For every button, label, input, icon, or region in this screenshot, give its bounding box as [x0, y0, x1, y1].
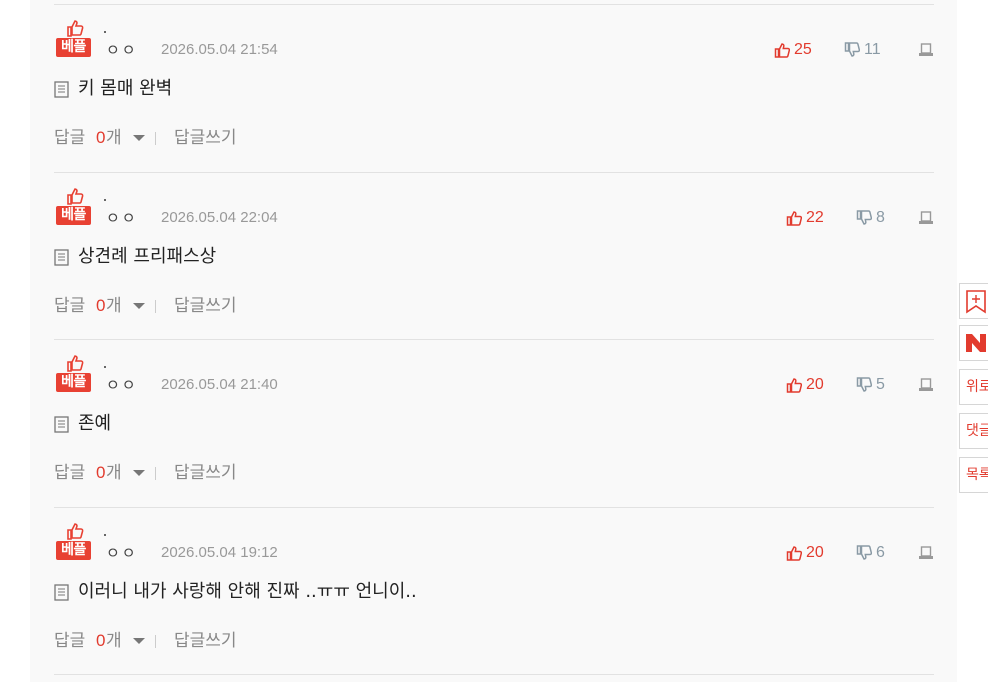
vote-area: 20 6: [786, 543, 934, 563]
comment-text: 상견례 프리패스상: [78, 246, 217, 267]
document-icon: [54, 249, 69, 266]
vote-area: 22 8: [786, 208, 934, 228]
reply-count[interactable]: 0: [96, 294, 105, 318]
reply-unit[interactable]: 개: [106, 294, 122, 318]
best-badge: 베플: [56, 354, 92, 392]
best-label: 베플: [56, 541, 91, 560]
comment-text: 키 몸매 완벽: [78, 78, 173, 99]
vote-area: 25 11: [774, 40, 934, 60]
reply-toggle-label[interactable]: 답글: [54, 461, 85, 485]
like-count: 25: [794, 41, 812, 58]
comment-text: 이러니 내가 사랑해 안해 진짜 ..ㅠㅠ 언니이..: [78, 581, 417, 602]
reply-toggle-label[interactable]: 답글: [54, 629, 85, 653]
write-reply-button[interactable]: 답글쓰기: [174, 629, 237, 653]
thumbs-up-icon: [786, 546, 802, 561]
report-icon[interactable]: [918, 377, 934, 393]
divider: [54, 339, 934, 340]
divider: [54, 507, 934, 508]
best-badge: 베플: [56, 19, 92, 57]
document-icon: [54, 416, 69, 433]
nickname[interactable]: ㅇㅇ: [106, 39, 138, 60]
nickname[interactable]: ㅇㅇ: [106, 374, 138, 395]
reply-count[interactable]: 0: [96, 461, 105, 485]
write-reply-button[interactable]: 답글쓰기: [174, 294, 237, 318]
divider: [54, 4, 934, 5]
thumbs-up-icon: [67, 523, 84, 540]
nickname-marker: [104, 366, 106, 368]
caret-down-icon[interactable]: [133, 135, 145, 141]
thumbs-up-icon: [67, 355, 84, 372]
caret-down-icon[interactable]: [133, 303, 145, 309]
report-icon[interactable]: [918, 545, 934, 561]
nickname-marker: [104, 31, 106, 33]
best-comment: 베플 ㅇㅇ 2026.05.04 21:40 20 5 존예 답글 0 개 답글…: [54, 339, 934, 507]
nickname[interactable]: ㅇㅇ: [106, 542, 138, 563]
thumbs-up-icon: [67, 20, 84, 37]
dislike-count: 6: [876, 544, 885, 561]
reply-toggle-label[interactable]: 답글: [54, 126, 85, 150]
comment-text: 존예: [78, 413, 112, 434]
thumbs-up-icon: [786, 211, 802, 226]
document-icon: [54, 584, 69, 601]
caret-down-icon[interactable]: [133, 638, 145, 644]
bookmark-icon: [966, 290, 986, 314]
reply-count[interactable]: 0: [96, 629, 105, 653]
nickname[interactable]: ㅇㅇ: [106, 207, 138, 228]
reply-unit[interactable]: 개: [106, 461, 122, 485]
thumbs-up-icon: [786, 378, 802, 393]
thumbs-down-icon: [856, 545, 872, 560]
thumbs-up-icon: [67, 188, 84, 205]
naver-icon: [966, 334, 986, 352]
best-badge: 베플: [56, 187, 92, 225]
divider: [155, 467, 156, 480]
document-icon: [54, 81, 69, 98]
report-icon[interactable]: [918, 210, 934, 226]
list-button[interactable]: 목록: [959, 457, 988, 493]
reply-count[interactable]: 0: [96, 126, 105, 150]
scroll-top-button[interactable]: 위로: [959, 369, 988, 405]
like-count: 20: [806, 376, 824, 393]
like-count: 20: [806, 544, 824, 561]
divider: [155, 300, 156, 313]
comment-date: 2026.05.04 22:04: [161, 209, 278, 226]
divider: [54, 674, 934, 675]
divider: [155, 132, 156, 145]
best-label: 베플: [56, 38, 91, 57]
vote-area: 20 5: [786, 375, 934, 395]
thumbs-down-icon: [856, 377, 872, 392]
like-count: 22: [806, 209, 824, 226]
best-comment: 베플 ㅇㅇ 2026.05.04 22:04 22 8 상견례 프리패스상 답글: [54, 172, 934, 340]
comment-date: 2026.05.04 21:54: [161, 41, 278, 58]
thumbs-down-icon: [856, 210, 872, 225]
nickname-marker: [104, 199, 106, 201]
reply-unit[interactable]: 개: [106, 126, 122, 150]
best-label: 베플: [56, 206, 91, 225]
reply-unit[interactable]: 개: [106, 629, 122, 653]
divider: [155, 635, 156, 648]
report-icon[interactable]: [918, 42, 934, 58]
thumbs-down-icon: [844, 42, 860, 57]
bookmark-button[interactable]: [959, 283, 988, 319]
thumbs-up-icon: [774, 43, 790, 58]
write-reply-button[interactable]: 답글쓰기: [174, 461, 237, 485]
dislike-count: 5: [876, 376, 885, 393]
caret-down-icon[interactable]: [133, 470, 145, 476]
comments-button[interactable]: 댓글: [959, 413, 988, 449]
divider: [54, 172, 934, 173]
dislike-count: 8: [876, 209, 885, 226]
comment-date: 2026.05.04 19:12: [161, 544, 278, 561]
best-comment: 베플 ㅇㅇ 2026.05.04 21:54 25 11 키 몸매 완벽 답글: [54, 4, 934, 172]
comment-date: 2026.05.04 21:40: [161, 376, 278, 393]
best-label: 베플: [56, 373, 91, 392]
write-reply-button[interactable]: 답글쓰기: [174, 126, 237, 150]
naver-share-button[interactable]: [959, 325, 988, 361]
nickname-marker: [104, 534, 106, 536]
dislike-count: 11: [864, 41, 881, 58]
reply-toggle-label[interactable]: 답글: [54, 294, 85, 318]
best-badge: 베플: [56, 522, 92, 560]
best-comment: 베플 ㅇㅇ 2026.05.04 19:12 20 6 이러니 내가 사랑해 안…: [54, 507, 934, 675]
